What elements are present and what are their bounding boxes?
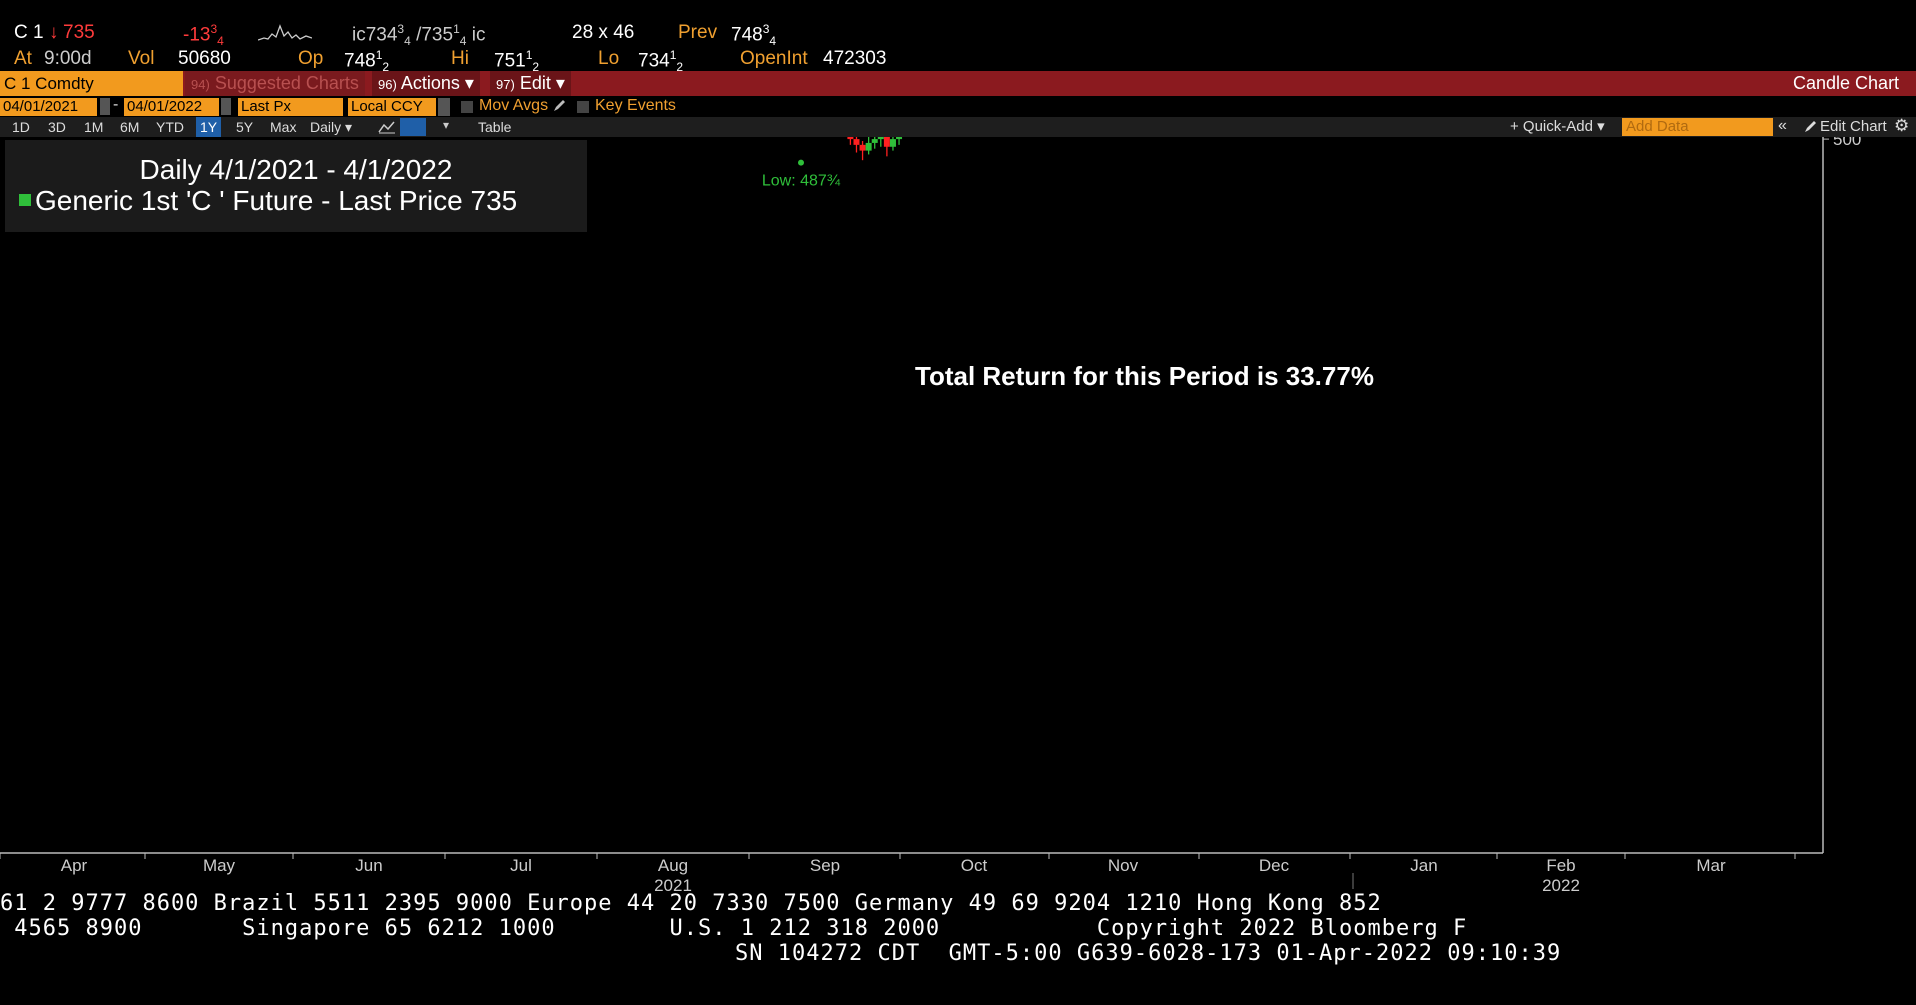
- security-field[interactable]: C 1 Comdty: [0, 71, 183, 96]
- candle-body: [865, 142, 872, 151]
- x-tick-label: Jul: [510, 856, 532, 875]
- bid-ask: ic73434 /73514 ic: [352, 22, 486, 49]
- x-tick-label: Dec: [1259, 856, 1290, 875]
- legend-title: Daily 4/1/2021 - 4/1/2022: [139, 154, 453, 185]
- date-separator: -: [113, 96, 119, 113]
- start-date-calendar-icon[interactable]: [100, 98, 110, 115]
- mov-avgs-label: Mov Avgs: [479, 97, 549, 114]
- down-arrow-icon: ↓: [49, 22, 59, 43]
- settings-gear-icon[interactable]: ⚙: [1894, 116, 1909, 136]
- x-tick-label: Apr: [61, 856, 88, 875]
- quick-add-button[interactable]: + Quick-Add ▾: [1506, 117, 1609, 137]
- actions-menu-button[interactable]: 96) Actions ▾: [372, 71, 480, 96]
- range-button-1m[interactable]: 1M: [80, 117, 107, 137]
- range-button-1d[interactable]: 1D: [8, 117, 34, 137]
- candle-body: [877, 137, 884, 140]
- key-events-label: Key Events: [595, 97, 676, 114]
- candle-body: [859, 144, 866, 151]
- last-price: 735: [63, 22, 95, 43]
- x-tick-label: Sep: [810, 856, 840, 875]
- candle-body: [883, 137, 890, 147]
- at-label: At: [14, 48, 32, 69]
- net-change: -1334: [183, 22, 224, 49]
- range-button-3d[interactable]: 3D: [44, 117, 70, 137]
- x-tick-label: Feb: [1546, 856, 1575, 875]
- collapse-icon[interactable]: «: [1778, 117, 1787, 135]
- low-label: Lo: [598, 48, 620, 69]
- range-button-1y[interactable]: 1Y: [196, 117, 222, 137]
- footer-session-line: SN 104272 CDT GMT-5:00 G639-6028-173 01-…: [735, 941, 1562, 966]
- x-tick-label: Aug: [658, 856, 688, 875]
- key-events-checkbox[interactable]: [577, 101, 589, 113]
- candle-body: [853, 139, 860, 145]
- x-tick-label: Oct: [961, 856, 988, 875]
- range-button-6m[interactable]: 6M: [116, 117, 143, 137]
- high-label: Hi: [451, 48, 469, 69]
- candle-body: [847, 137, 854, 140]
- chart-type-dropdown-icon[interactable]: ▾: [443, 118, 449, 132]
- chart-type-icon[interactable]: [378, 120, 396, 134]
- x-tick-label: Jun: [355, 856, 382, 875]
- open-interest-value: 472303: [823, 48, 887, 69]
- range-button-ytd[interactable]: YTD: [152, 117, 188, 137]
- ticker-label: C 1: [14, 22, 44, 43]
- edit-chart-button[interactable]: Edit Chart: [1816, 117, 1891, 137]
- candle-body: [889, 139, 896, 147]
- table-button[interactable]: Table: [474, 117, 515, 137]
- prev-value: 74834: [731, 22, 777, 49]
- y-tick-label: 500: [1833, 137, 1861, 149]
- end-date-field[interactable]: 04/01/2022: [124, 98, 219, 116]
- start-date-field[interactable]: 04/01/2021: [0, 98, 97, 116]
- vol-value: 50680: [178, 48, 231, 69]
- x-tick-label: Nov: [1108, 856, 1139, 875]
- vol-label: Vol: [128, 48, 155, 69]
- candle-chart[interactable]: 500550600650700750800AprMayJunJulAugSepO…: [0, 137, 1916, 897]
- total-return-annotation: Total Return for this Period is 33.77%: [915, 361, 1374, 391]
- open-label: Op: [298, 48, 324, 69]
- bid-ask-size: 28 x 46: [572, 22, 635, 43]
- low-label: Low: 487¾: [762, 173, 841, 190]
- chart-legend: Daily 4/1/2021 - 4/1/2022 Generic 1st 'C…: [5, 140, 587, 232]
- edit-menu-button[interactable]: 97) Edit ▾: [490, 71, 571, 96]
- end-date-calendar-icon[interactable]: [221, 98, 231, 115]
- year-label: 2022: [1542, 876, 1580, 895]
- currency-dropdown-icon[interactable]: [438, 98, 450, 116]
- candle-body: [871, 139, 878, 143]
- range-button-5y[interactable]: 5Y: [232, 117, 257, 137]
- frequency-select[interactable]: Daily ▾: [306, 117, 356, 137]
- sparkline-icon: [258, 24, 312, 41]
- x-tick-label: Jan: [1410, 856, 1437, 875]
- x-tick-label: May: [203, 856, 236, 875]
- mov-avgs-checkbox[interactable]: [461, 101, 473, 113]
- add-data-input[interactable]: Add Data: [1622, 118, 1773, 136]
- series-swatch-icon: [19, 194, 31, 206]
- candle-body: [896, 137, 903, 140]
- footer-contacts-line-2: 4565 8900 Singapore 65 6212 1000 U.S. 1 …: [0, 916, 1468, 941]
- low-marker: [798, 159, 804, 166]
- view-title: Candle Chart: [1793, 73, 1900, 93]
- currency-select[interactable]: Local CCY: [348, 98, 436, 116]
- edit-chart-pencil-icon[interactable]: [1803, 120, 1817, 134]
- prev-label: Prev: [678, 22, 718, 43]
- legend-series: Generic 1st 'C ' Future - Last Price 735: [19, 185, 517, 217]
- x-tick-label: Mar: [1696, 856, 1726, 875]
- footer-contacts-line-1: 61 2 9777 8600 Brazil 5511 2395 9000 Eur…: [0, 891, 1382, 916]
- price-field-select[interactable]: Last Px: [238, 98, 343, 116]
- range-button-max[interactable]: Max: [266, 117, 300, 137]
- candle-type-icon[interactable]: [400, 118, 426, 136]
- suggested-charts-button[interactable]: 94) Suggested Charts: [185, 71, 365, 96]
- at-time: 9:00d: [44, 48, 92, 69]
- pencil-icon[interactable]: [552, 99, 566, 113]
- open-interest-label: OpenInt: [740, 48, 808, 69]
